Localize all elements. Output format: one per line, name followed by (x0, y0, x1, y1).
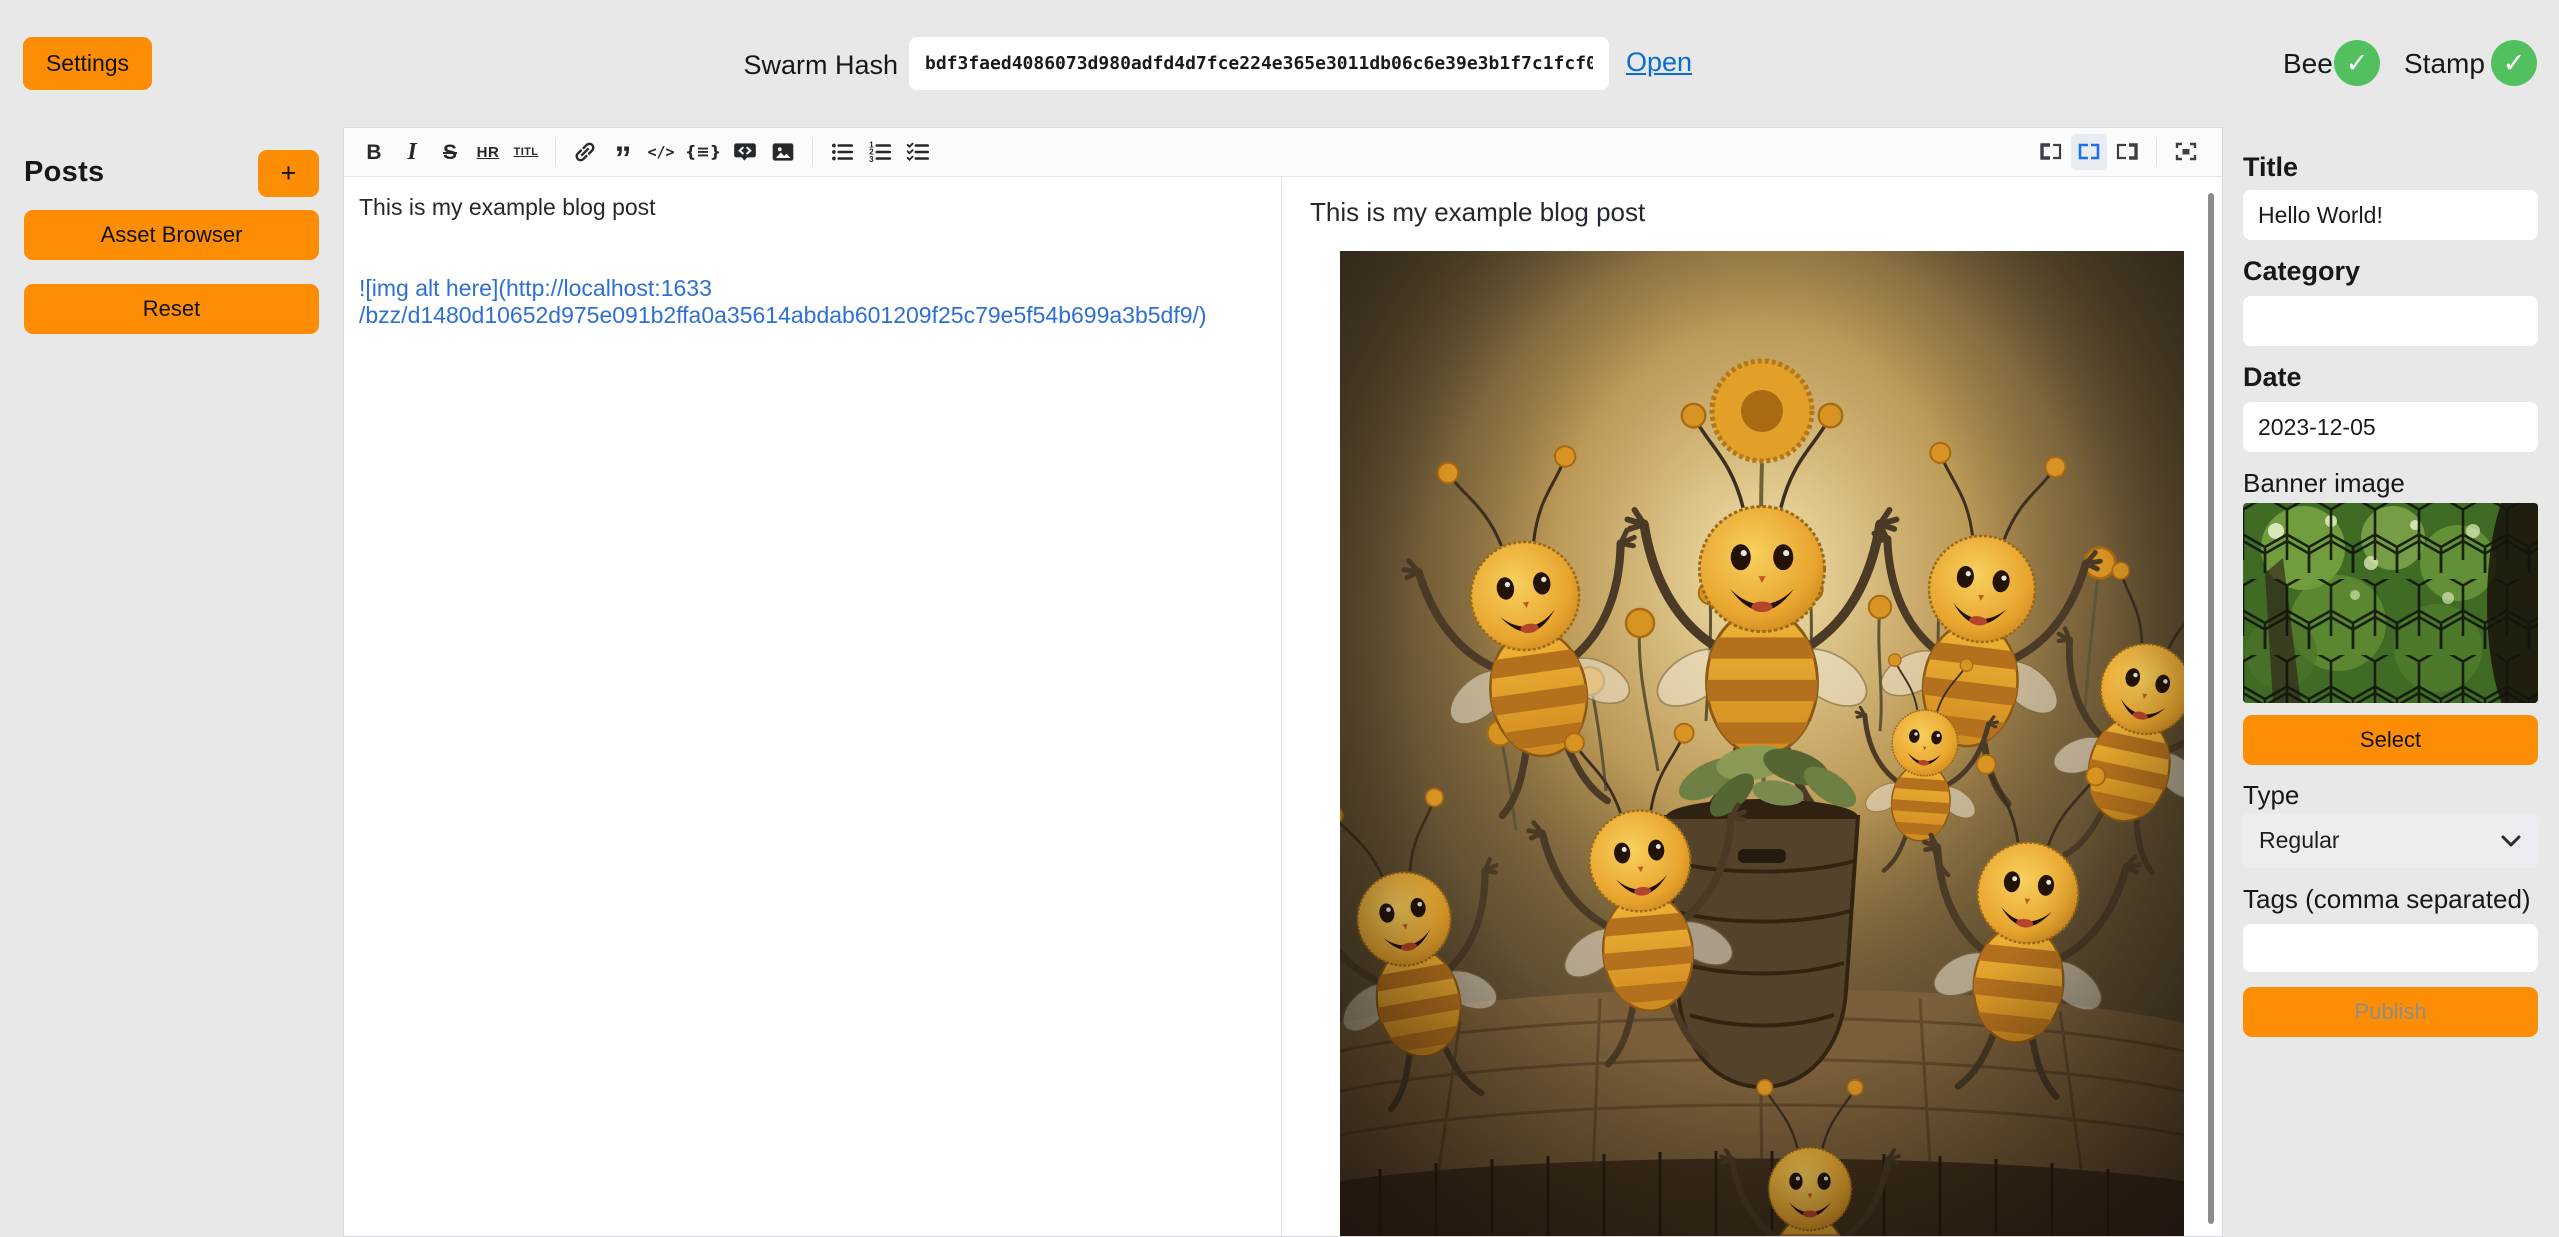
split-view-icon[interactable] (2071, 134, 2107, 170)
toolbar-separator (812, 139, 813, 165)
markdown-editor: B I S HR TITL ” </> {≡} (343, 127, 2223, 1237)
task-list-icon[interactable] (900, 134, 936, 170)
editor-image-markdown-line: ![img alt here](http://localhost:1633 (359, 275, 1266, 302)
title-input[interactable] (2243, 190, 2538, 240)
svg-text:3: 3 (869, 155, 874, 164)
code-block-icon[interactable]: {≡} (681, 134, 725, 170)
asset-browser-button[interactable]: Asset Browser (24, 210, 319, 260)
image-icon[interactable] (765, 134, 801, 170)
preview-paragraph: This is my example blog post (1310, 197, 2222, 227)
post-settings-panel: Title Category Date Banner image (2243, 0, 2538, 1224)
heading-icon[interactable]: TITL (508, 134, 544, 170)
blog-post-image (1340, 251, 2184, 1236)
settings-button[interactable]: Settings (23, 37, 152, 90)
ordered-list-icon[interactable]: 1 2 3 (862, 134, 898, 170)
chevron-down-icon (2500, 834, 2522, 848)
category-label: Category (2243, 256, 2360, 287)
preview-scrollbar[interactable] (2208, 193, 2214, 1224)
select-banner-button[interactable]: Select (2243, 715, 2538, 765)
type-select[interactable]: Regular (2243, 813, 2538, 868)
date-input[interactable] (2243, 402, 2538, 452)
bold-icon[interactable]: B (356, 134, 392, 170)
editor-image-markdown-line: /bzz/d1480d10652d975e091b2ffa0a35614abda… (359, 302, 1266, 329)
toolbar-separator (555, 139, 556, 165)
tags-input[interactable] (2243, 924, 2538, 972)
quote-icon[interactable]: ” (605, 134, 641, 170)
horizontal-rule-icon[interactable]: HR (470, 134, 506, 170)
strikethrough-icon[interactable]: S (432, 134, 468, 170)
editor-line: This is my example blog post (359, 194, 1266, 221)
toolbar-separator (2156, 139, 2157, 165)
category-input[interactable] (2243, 296, 2538, 346)
editor-only-view-icon[interactable] (2033, 134, 2069, 170)
editor-blank-line (359, 248, 1266, 275)
link-icon[interactable] (567, 134, 603, 170)
type-select-value: Regular (2259, 827, 2340, 854)
embed-code-icon[interactable] (727, 134, 763, 170)
markdown-preview-pane: This is my example blog post (1282, 177, 2222, 1236)
editor-panes: This is my example blog post ![img alt h… (344, 177, 2222, 1236)
editor-blank-line (359, 221, 1266, 248)
date-label: Date (2243, 362, 2302, 393)
open-link[interactable]: Open (1626, 47, 1692, 78)
swarm-hash-label: Swarm Hash (740, 50, 898, 81)
title-label: Title (2243, 152, 2298, 183)
editor-toolbar: B I S HR TITL ” </> {≡} (344, 128, 2222, 177)
swarm-hash-input[interactable] (909, 37, 1609, 90)
type-label: Type (2243, 780, 2299, 811)
posts-heading: Posts (24, 156, 104, 189)
inline-code-icon[interactable]: </> (643, 134, 679, 170)
publish-button[interactable]: Publish (2243, 987, 2538, 1037)
bullet-list-icon[interactable] (824, 134, 860, 170)
reset-button[interactable]: Reset (24, 284, 319, 334)
fullscreen-icon[interactable] (2168, 134, 2204, 170)
preview-only-view-icon[interactable] (2109, 134, 2145, 170)
tags-label: Tags (comma separated) (2243, 884, 2531, 915)
banner-image-thumbnail (2243, 503, 2538, 703)
toolbar-view-controls (2033, 134, 2210, 170)
banner-image-label: Banner image (2243, 468, 2405, 499)
markdown-input-area[interactable]: This is my example blog post ![img alt h… (344, 177, 1282, 1236)
add-post-button[interactable]: + (258, 150, 319, 197)
italic-icon[interactable]: I (394, 134, 430, 170)
